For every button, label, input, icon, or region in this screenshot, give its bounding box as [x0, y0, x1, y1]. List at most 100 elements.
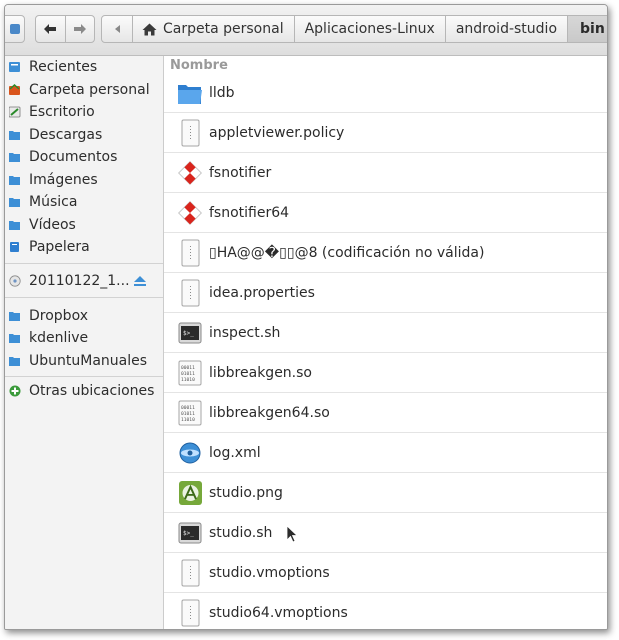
file-name: idea.properties — [209, 285, 315, 301]
text-file-icon — [181, 239, 200, 267]
column-header-name[interactable]: Nombre — [164, 56, 607, 74]
sidebar-item-imagenes[interactable]: Imágenes — [5, 169, 163, 191]
sidebar-item-label: Carpeta personal — [29, 82, 150, 98]
header-bar: Carpeta personal Aplicaciones-Linux andr… — [5, 5, 607, 56]
file-row[interactable]: 00011 01011 11010 libbreakgen.so — [164, 354, 607, 393]
home-icon — [9, 84, 20, 95]
file-row[interactable]: lldb — [164, 74, 607, 113]
sidebar: Recientes Carpeta personal Escritorio De… — [5, 56, 164, 629]
file-row[interactable]: studio.png — [164, 474, 607, 513]
sidebar-item-musica[interactable]: Música — [5, 191, 163, 213]
image-file-icon — [179, 481, 202, 505]
sidebar-item-documentos[interactable]: Documentos — [5, 146, 163, 168]
svg-text:$>_: $>_ — [183, 530, 194, 537]
breadcrumb: Carpeta personal Aplicaciones-Linux andr… — [101, 15, 607, 43]
file-name: libbreakgen.so — [209, 365, 312, 381]
file-name: inspect.sh — [209, 325, 281, 341]
shell-script-icon: $>_ — [178, 522, 202, 544]
folder-icon — [9, 357, 20, 366]
sidebar-item-disc[interactable]: 20110122_1... — [5, 270, 163, 292]
breadcrumb-item-android-studio[interactable]: android-studio — [444, 16, 567, 42]
sidebar-item-papelera[interactable]: Papelera — [5, 236, 163, 258]
sidebar-toggle-button[interactable] — [5, 15, 25, 43]
text-file-icon — [181, 279, 200, 307]
sidebar-item-label: Escritorio — [29, 104, 95, 120]
folder-icon — [178, 85, 202, 104]
file-row[interactable]: fsnotifier64 — [164, 194, 607, 233]
svg-text:11010: 11010 — [181, 417, 195, 423]
arrow-right-icon — [73, 24, 86, 34]
svg-text:01011: 01011 — [181, 411, 195, 417]
sidebar-item-label: kdenlive — [29, 330, 89, 346]
folder-icon — [9, 334, 20, 343]
file-row[interactable]: ▯HA@@�▯▯@8 (codificación no válida) — [164, 234, 607, 273]
svg-text:01011: 01011 — [181, 371, 195, 377]
sidebar-item-kdenlive[interactable]: kdenlive — [5, 327, 163, 349]
sidebar-item-descargas[interactable]: Descargas — [5, 124, 163, 146]
svg-text:11010: 11010 — [181, 377, 195, 383]
home-icon — [142, 23, 157, 35]
svg-text:00011: 00011 — [181, 365, 195, 371]
file-row[interactable]: appletviewer.policy — [164, 114, 607, 153]
breadcrumb-item-bin[interactable]: bin — [567, 16, 607, 42]
sidebar-item-otras-ubicaciones[interactable]: Otras ubicaciones — [5, 380, 163, 402]
folder-icon — [9, 131, 20, 140]
folder-icon — [9, 221, 20, 230]
eject-icon[interactable] — [133, 274, 147, 288]
executable-icon — [177, 160, 203, 186]
file-row[interactable]: 00011 01011 11010 libbreakgen64.so — [164, 394, 607, 433]
file-row[interactable]: log.xml — [164, 434, 607, 473]
file-row[interactable]: $>_ inspect.sh — [164, 314, 607, 353]
breadcrumb-label: android-studio — [455, 21, 558, 37]
file-row[interactable]: $>_ studio.sh — [164, 514, 607, 553]
sidebar-separator — [5, 297, 163, 298]
file-name: studio.vmoptions — [209, 565, 330, 581]
arrow-left-icon — [44, 24, 57, 34]
breadcrumb-label: bin — [580, 21, 605, 37]
sidebar-item-ubuntumanuales[interactable]: UbuntuManuales — [5, 350, 163, 372]
file-row[interactable]: studio.vmoptions — [164, 554, 607, 593]
back-button[interactable] — [36, 16, 65, 42]
sidebar-item-label: UbuntuManuales — [29, 353, 148, 369]
breadcrumb-scroll-left-button[interactable] — [102, 16, 132, 42]
navigation-buttons — [35, 15, 95, 43]
sidebar-separator — [5, 376, 163, 377]
folder-icon — [9, 176, 20, 185]
breadcrumb-item-aplicaciones-linux[interactable]: Aplicaciones-Linux — [293, 16, 445, 42]
sidebar-item-label: Imágenes — [29, 172, 98, 188]
sidebar-item-recientes[interactable]: Recientes — [5, 56, 163, 78]
shell-script-icon: $>_ — [178, 322, 202, 344]
file-name: appletviewer.policy — [209, 125, 345, 141]
sidebar-item-carpeta-personal[interactable]: Carpeta personal — [5, 79, 163, 101]
file-row[interactable]: fsnotifier — [164, 154, 607, 193]
svg-text:00011: 00011 — [181, 405, 195, 411]
file-row[interactable]: studio64.vmoptions — [164, 594, 607, 629]
file-name: lldb — [209, 85, 235, 101]
desktop-icon — [9, 106, 21, 118]
sidebar-item-dropbox[interactable]: Dropbox — [5, 305, 163, 327]
file-list: Nombre lldb appletviewer.policy fsnotifi… — [164, 56, 607, 629]
file-name: ▯HA@@�▯▯@8 (codificación no válida) — [209, 245, 485, 261]
sidebar-item-label: Papelera — [29, 239, 90, 255]
file-name: fsnotifier — [209, 165, 272, 181]
breadcrumb-label: Carpeta personal — [163, 21, 284, 37]
sidebar-item-label: 20110122_1... — [29, 273, 130, 289]
folder-icon — [9, 198, 20, 207]
text-file-icon — [181, 559, 200, 587]
file-manager-window: Carpeta personal Aplicaciones-Linux andr… — [4, 4, 608, 630]
folder-icon — [9, 153, 20, 162]
sidebar-item-escritorio[interactable]: Escritorio — [5, 101, 163, 123]
sidebar-item-label: Dropbox — [29, 308, 88, 324]
breadcrumb-item-home[interactable]: Carpeta personal — [132, 16, 294, 42]
folder-icon — [9, 312, 20, 321]
file-name: studio.sh — [209, 525, 273, 541]
text-file-icon — [181, 119, 200, 147]
file-name: studio64.vmoptions — [209, 605, 348, 621]
disc-icon — [9, 275, 21, 287]
column-header-label: Nombre — [170, 57, 228, 73]
sidebar-item-label: Documentos — [29, 149, 118, 165]
trash-icon — [10, 242, 19, 252]
sidebar-item-videos[interactable]: Vídeos — [5, 214, 163, 236]
forward-button[interactable] — [64, 16, 95, 42]
file-row[interactable]: idea.properties — [164, 274, 607, 313]
